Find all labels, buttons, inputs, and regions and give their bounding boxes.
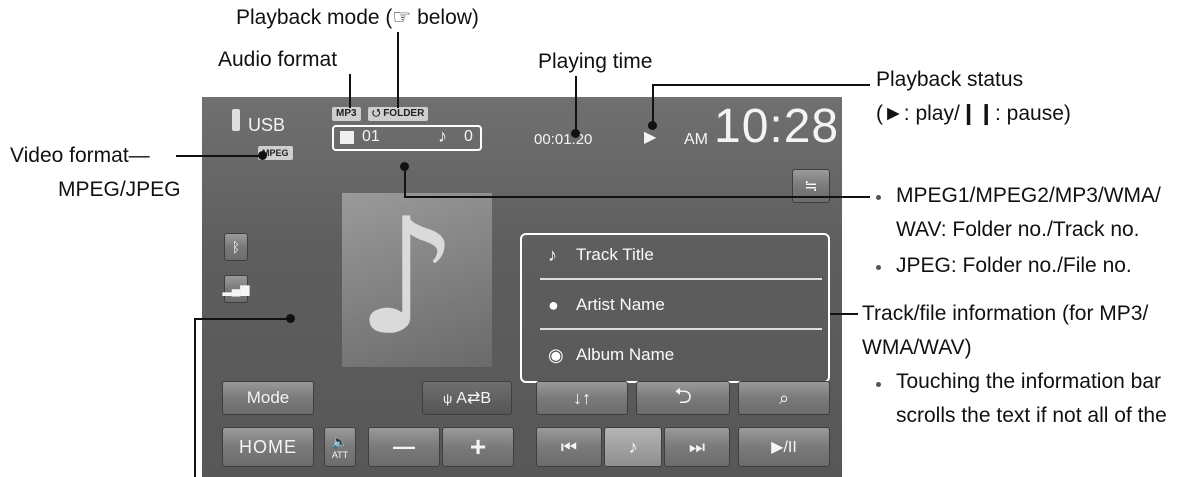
bullet (876, 382, 881, 387)
music-note-icon: ♪ (548, 245, 557, 265)
leader-line (349, 74, 351, 108)
annotation-scroll-note-2: scrolls the text if not all of the (896, 404, 1167, 427)
repeat-icon: ⭯ (372, 108, 384, 119)
head-unit-screen: USB MPEG MP3 ⭯ FOLDER 01 ♪ 0 00:01:20 ▶ … (202, 97, 842, 477)
annotation-playback-status: Playback status (876, 68, 1024, 91)
disc-icon: ◉ (548, 345, 564, 365)
leader-line (176, 155, 262, 157)
search-button[interactable]: ⌕ (738, 381, 830, 415)
leader-line (404, 166, 406, 198)
leader-dot (258, 151, 267, 160)
clock: 10:28 (714, 100, 840, 153)
music-button[interactable]: ♪ (604, 427, 662, 467)
annotation-folder-track-1: MPEG1/MPEG2/MP3/WMA/ (896, 184, 1161, 207)
annotation-playback-status-legend: (►: play/❙❙: pause) (876, 102, 1071, 125)
playing-time: 00:01:20 (534, 131, 593, 148)
audio-format-badge: MP3 (332, 107, 361, 121)
divider (540, 328, 822, 330)
annotation-track-info-2: WMA/WAV) (862, 336, 972, 359)
equalizer-button[interactable]: ▂▄▆ (222, 275, 250, 303)
random-button[interactable]: ↓↑ (536, 381, 628, 415)
search-icon: ⌕ (778, 387, 790, 408)
bluetooth-button[interactable]: ᛒ (224, 233, 248, 261)
bullet (876, 195, 881, 200)
repeat-icon: ⮌ (674, 383, 692, 408)
next-icon: ⏭ (688, 436, 706, 457)
speaker-icon: 🔈 (331, 434, 349, 449)
annotation-playback-mode: Playback mode (☞ below) (236, 6, 479, 29)
next-button[interactable]: ⏭ (664, 427, 730, 467)
annotation-video-format: Video format— (10, 144, 150, 167)
volume-down-button[interactable]: — (368, 427, 440, 467)
usb-icon (232, 109, 240, 131)
play-status-icon: ▶ (644, 129, 657, 146)
bluetooth-icon: ᛒ (231, 239, 241, 255)
album-name: Album Name (576, 345, 675, 364)
track-info-box[interactable]: ♪ Track Title ● Artist Name ◉ Album Name (520, 233, 830, 383)
track-title: Track Title (576, 245, 654, 264)
bullet (876, 265, 881, 270)
repeat-button[interactable]: ⮌ (636, 381, 730, 415)
leader-line (194, 318, 290, 320)
ab-repeat-label: A⇄B (456, 390, 492, 407)
equalizer-icon: ▂▄▆ (222, 282, 250, 296)
annotation-folder-track-1b: WAV: Folder no./Track no. (896, 218, 1140, 241)
ab-repeat-button[interactable]: ψ A⇄B (422, 381, 512, 415)
annotation-playing-time: Playing time (538, 50, 653, 73)
person-icon: ● (548, 295, 559, 315)
track-number: 0 (464, 128, 473, 145)
folder-track-box (332, 125, 482, 151)
folder-icon (340, 131, 354, 144)
playback-mode-label: FOLDER (383, 108, 425, 119)
random-icon: ↓↑ (573, 387, 591, 408)
album-row[interactable]: ◉ Album Name (522, 335, 828, 383)
artist-name: Artist Name (576, 295, 665, 314)
annotation-folder-track-2: JPEG: Folder no./File no. (896, 254, 1132, 277)
leader-line (652, 84, 654, 124)
annotation-video-format-values: MPEG/JPEG (58, 178, 181, 201)
annotation-scroll-note: Touching the information bar (896, 370, 1161, 393)
att-button[interactable]: 🔈 ATT (324, 427, 356, 467)
mode-button[interactable]: Mode (222, 381, 314, 415)
album-artwork: ♪ (342, 187, 492, 367)
music-note-icon: ♪ (356, 183, 459, 370)
leader-line (575, 76, 577, 132)
leader-line (830, 313, 858, 315)
usb-icon: ψ (442, 390, 453, 406)
att-label: ATT (331, 450, 349, 460)
leader-line (397, 32, 399, 108)
home-button[interactable]: HOME (222, 427, 314, 467)
volume-up-button[interactable]: + (442, 427, 514, 467)
music-note-icon: ♪ (628, 436, 638, 457)
artist-row[interactable]: ● Artist Name (522, 285, 828, 333)
annotation-track-info: Track/file information (for MP3/ (862, 302, 1149, 325)
prev-icon: ⏮ (560, 436, 578, 457)
leader-line (404, 196, 870, 198)
leader-line (652, 84, 870, 86)
folder-number: 01 (362, 128, 380, 145)
scroll-toggle-icon: ≒ (804, 178, 818, 195)
prev-button[interactable]: ⏮ (536, 427, 602, 467)
source-label: USB (248, 115, 286, 135)
leader-line (194, 318, 196, 477)
ampm-label: AM (684, 131, 708, 148)
play-pause-button[interactable]: ▶/II (738, 427, 830, 467)
playback-mode-badge: ⭯ FOLDER (368, 107, 429, 121)
annotation-audio-format: Audio format (218, 48, 338, 71)
music-note-icon: ♪ (438, 126, 447, 146)
divider (540, 278, 822, 280)
track-title-row[interactable]: ♪ Track Title (522, 235, 828, 283)
